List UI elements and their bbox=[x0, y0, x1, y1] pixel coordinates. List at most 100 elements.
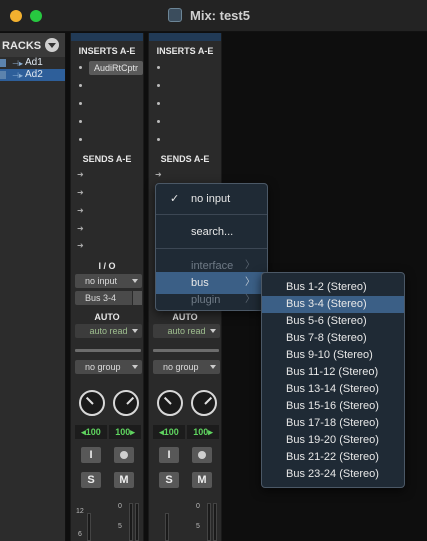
input-monitor-button[interactable]: I bbox=[159, 447, 179, 463]
track-color-marker bbox=[0, 71, 6, 79]
record-enable-button[interactable] bbox=[192, 447, 212, 463]
sends-title: SENDS A-E bbox=[160, 154, 210, 164]
insert-slot[interactable] bbox=[155, 61, 219, 75]
pan-left-value[interactable]: ◂100 bbox=[153, 425, 185, 439]
checkmark-icon: ✓ bbox=[170, 193, 180, 205]
track-color-marker bbox=[0, 59, 6, 67]
send-slot[interactable]: ➜ bbox=[77, 187, 141, 201]
chevron-down-icon bbox=[210, 329, 216, 333]
menu-item-no-input[interactable]: ✓ no input bbox=[156, 188, 267, 210]
insert-slot[interactable] bbox=[77, 97, 141, 111]
send-slot[interactable]: ➜ bbox=[77, 169, 141, 183]
input-monitor-button[interactable]: I bbox=[81, 447, 101, 463]
insert-slot[interactable] bbox=[155, 133, 219, 147]
fader-scale-label: 6 bbox=[78, 531, 82, 538]
insert-slot[interactable] bbox=[155, 97, 219, 111]
insert-slot[interactable] bbox=[155, 115, 219, 129]
slot-dot-icon bbox=[79, 102, 82, 105]
meter-scale-label: 0 bbox=[196, 503, 200, 510]
bus-menu-item[interactable]: Bus 19-20 (Stereo) bbox=[262, 432, 404, 449]
bus-menu-item[interactable]: Bus 9-10 (Stereo) bbox=[262, 347, 404, 364]
input-selector[interactable]: no input bbox=[75, 274, 142, 288]
solo-button[interactable]: S bbox=[81, 472, 101, 488]
chevron-down-icon bbox=[132, 329, 138, 333]
bus-menu-item[interactable]: Bus 13-14 (Stereo) bbox=[262, 381, 404, 398]
pan-right-knob[interactable] bbox=[113, 390, 139, 416]
bus-menu-item[interactable]: Bus 7-8 (Stereo) bbox=[262, 330, 404, 347]
bus-menu-item[interactable]: Bus 17-18 (Stereo) bbox=[262, 415, 404, 432]
pan-left-knob[interactable] bbox=[157, 390, 183, 416]
chevron-down-icon bbox=[210, 365, 216, 369]
send-slot[interactable]: ➜ bbox=[77, 223, 141, 237]
send-arrow-icon: ➜ bbox=[77, 224, 84, 233]
chevron-down-icon bbox=[132, 279, 138, 283]
record-icon bbox=[120, 451, 128, 459]
solo-button[interactable]: S bbox=[159, 472, 179, 488]
mute-button[interactable]: M bbox=[114, 472, 134, 488]
document-icon bbox=[168, 8, 182, 22]
channel-strip-1: INSERTS A-E AudiRtCptr SENDS A-E ➜ ➜ ➜ ➜… bbox=[70, 33, 144, 541]
slot-dot-icon bbox=[79, 138, 82, 141]
insert-slot[interactable] bbox=[77, 133, 141, 147]
output-pin-icon[interactable] bbox=[132, 291, 142, 305]
pan-left-knob[interactable] bbox=[79, 390, 105, 416]
bus-menu-item[interactable]: Bus 21-22 (Stereo) bbox=[262, 449, 404, 466]
window-title: Mix: test5 bbox=[190, 8, 250, 23]
slot-dot-icon bbox=[157, 120, 160, 123]
bus-menu-item[interactable]: Bus 11-12 (Stereo) bbox=[262, 364, 404, 381]
output-selector[interactable]: Bus 3-4 bbox=[75, 291, 142, 305]
io-title: I / O bbox=[98, 261, 116, 271]
menu-item-label: plugin bbox=[191, 294, 221, 306]
output-value: Bus 3-4 bbox=[85, 293, 117, 303]
bus-menu-item[interactable]: Bus 23-24 (Stereo) bbox=[262, 466, 404, 483]
pan-right-knob[interactable] bbox=[191, 390, 217, 416]
record-enable-button[interactable] bbox=[114, 447, 134, 463]
menu-item-label: interface bbox=[191, 260, 234, 272]
group-selector[interactable]: no group bbox=[153, 360, 220, 374]
inserts-title: INSERTS A-E bbox=[78, 46, 136, 56]
insert-slot[interactable] bbox=[77, 115, 141, 129]
send-slot[interactable]: ➜ bbox=[155, 169, 219, 183]
insert-plugin-button[interactable]: AudiRtCptr bbox=[89, 61, 143, 75]
pan-left-value[interactable]: ◂100 bbox=[75, 425, 107, 439]
bus-menu-item[interactable]: Bus 15-16 (Stereo) bbox=[262, 398, 404, 415]
auto-title: AUTO bbox=[94, 312, 120, 322]
bus-menu-item[interactable]: Bus 3-4 (Stereo) bbox=[262, 296, 404, 313]
fader-track[interactable] bbox=[165, 513, 169, 541]
automation-mode-selector[interactable]: auto read bbox=[75, 324, 142, 338]
slot-dot-icon bbox=[157, 102, 160, 105]
pan-right-value[interactable]: 100▸ bbox=[187, 425, 219, 439]
bus-menu-item[interactable]: Bus 1-2 (Stereo) bbox=[262, 279, 404, 296]
insert-slot[interactable] bbox=[155, 79, 219, 93]
tracks-menu-button[interactable] bbox=[45, 38, 59, 52]
level-meter bbox=[135, 503, 139, 541]
track-row[interactable]: ⊣▸ Ad1 bbox=[0, 57, 65, 69]
send-slot[interactable]: ➜ bbox=[77, 205, 141, 219]
meter-scale-label: 5 bbox=[196, 523, 200, 530]
minimize-window-button[interactable] bbox=[10, 10, 22, 22]
slot-dot-icon bbox=[157, 84, 160, 87]
group-selector[interactable]: no group bbox=[75, 360, 142, 374]
insert-slot[interactable] bbox=[77, 79, 141, 93]
track-row[interactable]: ⊣▸ Ad2 bbox=[0, 69, 65, 81]
group-value: no group bbox=[163, 362, 199, 372]
input-value: no input bbox=[85, 276, 118, 286]
title-bar: Mix: test5 bbox=[0, 0, 427, 32]
send-arrow-icon: ➜ bbox=[77, 170, 84, 179]
mute-button[interactable]: M bbox=[192, 472, 212, 488]
menu-item-label: no input bbox=[191, 193, 231, 205]
tracks-header-label: RACKS bbox=[2, 40, 42, 52]
bus-menu-item[interactable]: Bus 5-6 (Stereo) bbox=[262, 313, 404, 330]
insert-slot[interactable]: AudiRtCptr bbox=[77, 61, 143, 75]
group-value: no group bbox=[85, 362, 121, 372]
send-slot[interactable]: ➜ bbox=[77, 240, 141, 254]
pan-right-value[interactable]: 100▸ bbox=[109, 425, 141, 439]
automation-mode-selector[interactable]: auto read bbox=[153, 324, 220, 338]
menu-item-label: search... bbox=[191, 226, 234, 238]
fader-scale-label: 12 bbox=[76, 508, 84, 515]
menu-item-search[interactable]: search... bbox=[156, 221, 267, 243]
slot-dot-icon bbox=[157, 138, 160, 141]
fader-track[interactable] bbox=[87, 513, 91, 541]
automation-mode-value: auto read bbox=[89, 326, 128, 336]
zoom-window-button[interactable] bbox=[30, 10, 42, 22]
